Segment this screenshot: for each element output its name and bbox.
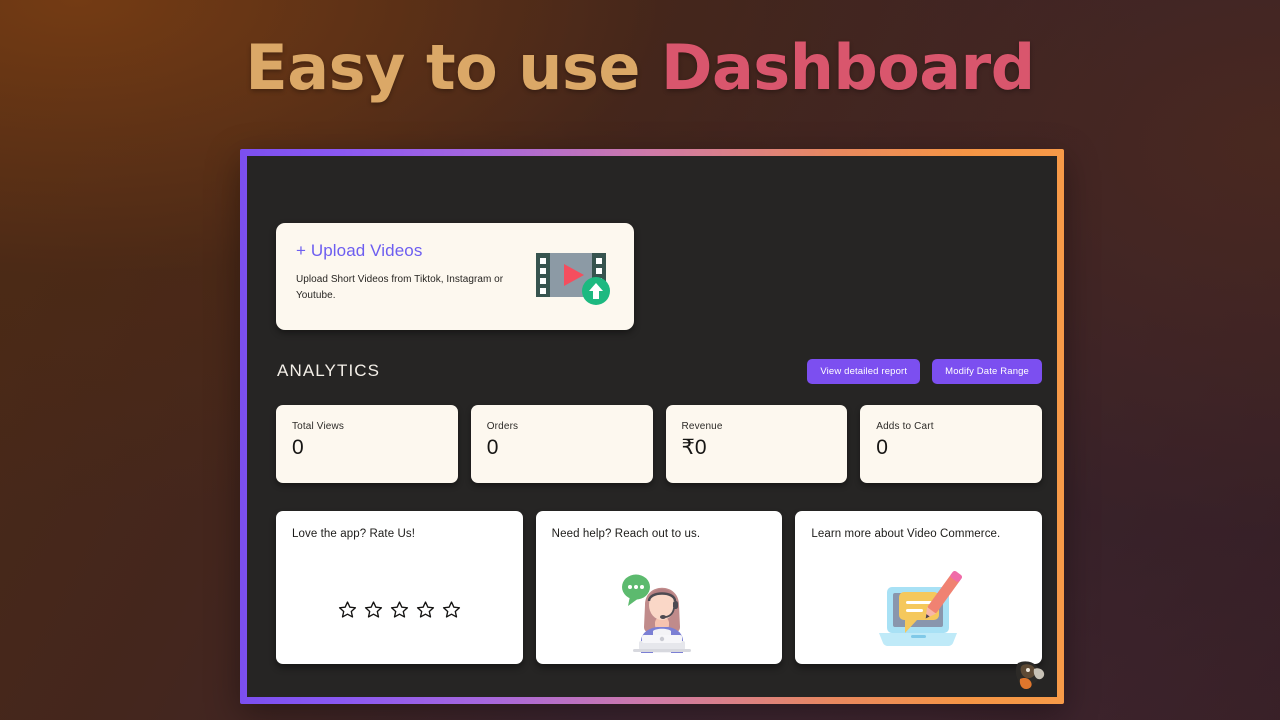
promo-card-support[interactable]: Need help? Reach out to us. — [535, 511, 783, 664]
stats-row: Total Views 0 Orders 0 Revenue ₹0 Adds t… — [276, 405, 1042, 483]
support-agent-illustration — [622, 574, 691, 653]
promo-body — [276, 559, 523, 659]
stat-label: Total Views — [292, 421, 345, 432]
upload-videos-subtitle: Upload Short Videos from Tiktok, Instagr… — [296, 274, 504, 301]
video-upload-icon — [534, 249, 616, 307]
star-icon[interactable] — [364, 600, 383, 619]
modify-date-range-button[interactable]: Modify Date Range — [932, 358, 1042, 384]
promo-body — [536, 559, 783, 659]
promo-body — [795, 559, 1042, 659]
star-icon[interactable] — [416, 600, 435, 619]
promo-row: Love the app? Rate Us! Need help? Reach … — [276, 511, 1043, 664]
stat-value: 0 — [876, 436, 888, 459]
stat-value: ₹0 — [681, 436, 707, 459]
promo-title: Love the app? Rate Us! — [292, 528, 416, 540]
stat-value: 0 — [486, 436, 499, 459]
analytics-header: ANALYTICS View detailed report Modify Da… — [277, 356, 1042, 386]
page-title-light: Easy to use — [245, 31, 661, 104]
star-icon[interactable] — [338, 600, 357, 619]
stat-label: Revenue — [681, 421, 723, 432]
promo-card-rate-us[interactable]: Love the app? Rate Us! — [276, 511, 523, 664]
promo-title: Learn more about Video Commerce. — [811, 528, 1001, 540]
analytics-actions: View detailed report Modify Date Range — [807, 358, 1042, 384]
view-detailed-report-button[interactable]: View detailed report — [807, 358, 921, 384]
stat-value: 0 — [292, 436, 304, 459]
page-title-accent: Dashboard — [660, 31, 1035, 104]
stat-label: Adds to Cart — [876, 421, 934, 432]
promo-title: Need help? Reach out to us. — [551, 528, 701, 540]
stat-card-revenue[interactable]: Revenue ₹0 — [665, 405, 848, 483]
star-rating[interactable] — [338, 600, 461, 619]
dashboard-screen: + Upload Videos Upload Short Videos from… — [247, 156, 1057, 697]
star-icon[interactable] — [442, 600, 461, 619]
dashboard-frame: + Upload Videos Upload Short Videos from… — [240, 149, 1064, 704]
analytics-heading: ANALYTICS — [277, 361, 381, 380]
star-icon[interactable] — [390, 600, 409, 619]
laptop-pencil-illustration — [878, 570, 962, 646]
stat-label: Orders — [486, 421, 519, 432]
promo-card-video-commerce[interactable]: Learn more about Video Commerce. — [795, 511, 1043, 664]
stat-card-adds-to-cart[interactable]: Adds to Cart 0 — [860, 405, 1042, 483]
page-title: Easy to use Dashboard — [0, 31, 1280, 104]
stat-card-total-views[interactable]: Total Views 0 — [276, 405, 458, 483]
corner-decoration — [1010, 659, 1054, 695]
stat-card-orders[interactable]: Orders 0 — [470, 405, 653, 483]
upload-videos-card[interactable]: + Upload Videos Upload Short Videos from… — [276, 223, 634, 330]
